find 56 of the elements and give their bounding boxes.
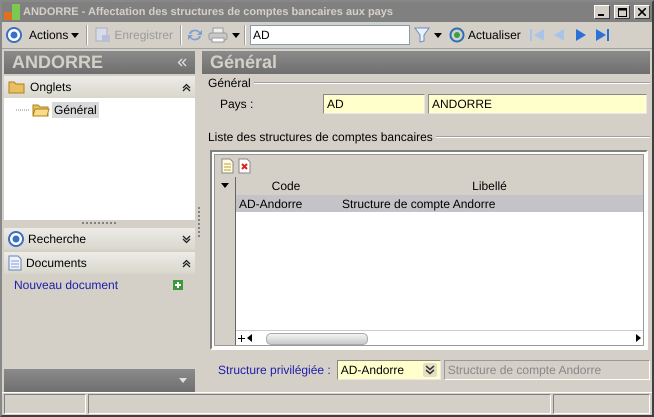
close-button[interactable] xyxy=(634,5,650,19)
refresh-icon xyxy=(449,27,466,43)
add-icon[interactable] xyxy=(238,334,245,342)
page-title: Général xyxy=(210,52,278,73)
collapse-icon[interactable] xyxy=(182,82,191,92)
country-name-field[interactable]: ANDORRE xyxy=(428,94,647,114)
filter-icon[interactable] xyxy=(414,27,430,43)
tree-item[interactable]: Général xyxy=(52,102,99,118)
folder-icon xyxy=(32,103,50,117)
caret-icon xyxy=(434,32,442,38)
document-icon xyxy=(8,255,22,271)
row-indicator-icon xyxy=(221,183,229,188)
section-header[interactable]: Documents xyxy=(4,252,195,274)
new-document-link[interactable]: Nouveau document xyxy=(14,278,118,292)
section-header[interactable]: Onglets xyxy=(4,76,195,98)
section-header[interactable]: Recherche xyxy=(4,228,195,250)
horizontal-scrollbar[interactable] xyxy=(236,330,643,345)
scroll-right-icon[interactable] xyxy=(636,334,641,342)
printer-icon[interactable] xyxy=(208,27,228,43)
close-icon xyxy=(638,8,646,16)
preferred-structure-label: Structure privilégiée : xyxy=(218,363,331,377)
maximize-button[interactable] xyxy=(614,5,630,19)
search-field[interactable]: AD xyxy=(250,25,410,45)
actions-button[interactable]: Actions xyxy=(26,26,82,44)
expand-icon[interactable] xyxy=(182,234,191,244)
table-cell-text: AD-Andorre xyxy=(238,196,304,210)
folder-icon xyxy=(8,80,26,94)
minimize-button[interactable] xyxy=(594,5,610,19)
scroll-left-icon[interactable] xyxy=(247,334,252,342)
search-icon xyxy=(8,231,24,247)
app-icon xyxy=(4,4,20,20)
maximize-icon xyxy=(618,8,626,16)
delete-row-icon[interactable] xyxy=(238,158,251,174)
scroll-thumb[interactable] xyxy=(266,333,368,345)
last-icon[interactable] xyxy=(594,27,612,43)
new-row-icon[interactable] xyxy=(221,158,234,174)
preferred-structure-description: Structure de compte Andorre xyxy=(444,360,650,380)
collapse-icon[interactable] xyxy=(182,258,191,268)
target-icon xyxy=(6,27,22,43)
column-header[interactable]: Libellé xyxy=(336,179,643,193)
list-title: Liste des structures de comptes bancaires xyxy=(208,130,433,144)
table-row[interactable]: AD-Andorre Structure de compte Andorre xyxy=(236,195,643,212)
group-title: Général xyxy=(208,76,251,90)
table-cell-text: Structure de compte Andorre xyxy=(341,196,496,210)
window-title: ANDORRE - Affectation des structures de comptes bancaires aux pays xyxy=(23,6,394,18)
column-header[interactable]: Code xyxy=(236,179,336,193)
country-label: Pays : xyxy=(220,97,254,111)
refresh-button[interactable]: Actualiser xyxy=(446,25,524,45)
caret-icon xyxy=(71,32,80,38)
caret-icon xyxy=(232,32,240,38)
dropdown-icon[interactable] xyxy=(422,363,437,377)
country-code-field[interactable]: AD xyxy=(323,94,425,114)
preferred-structure-dropdown[interactable]: AD-Andorre xyxy=(336,360,441,380)
tree-line-icon xyxy=(16,109,30,111)
save-icon xyxy=(95,27,112,43)
panel-title: ANDORRE xyxy=(12,52,104,73)
